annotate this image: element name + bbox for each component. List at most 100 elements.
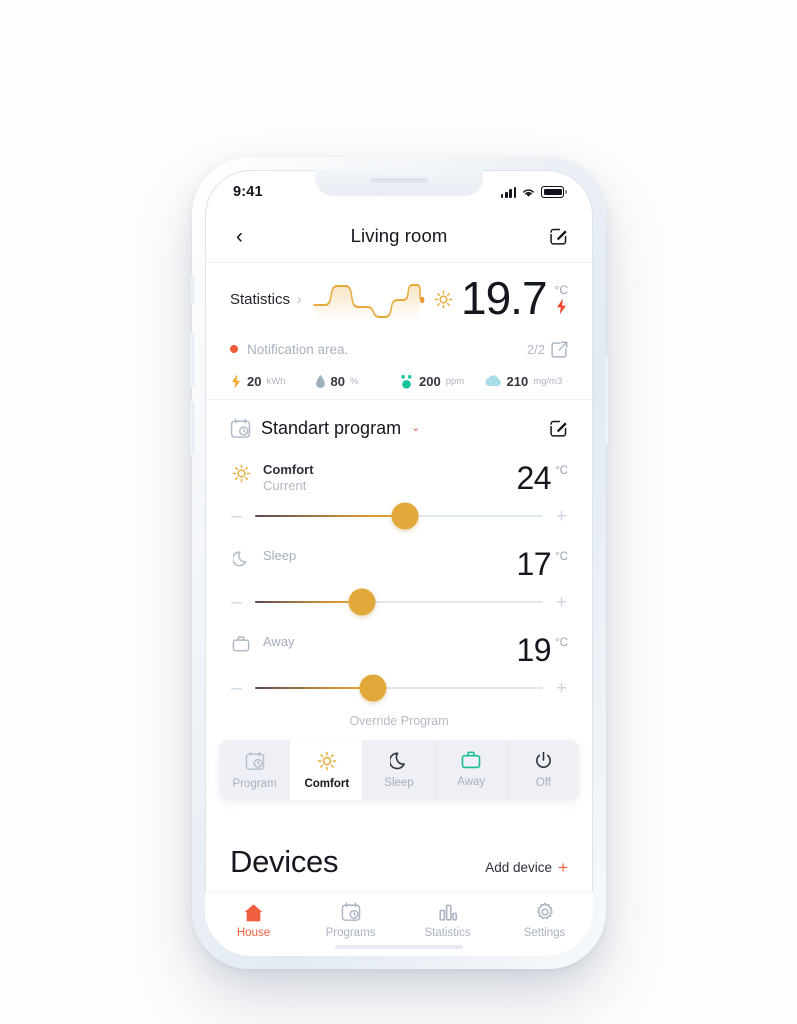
metric-unit: % (349, 375, 359, 387)
slider-knob[interactable] (359, 674, 387, 702)
power-icon (535, 751, 551, 768)
gear-icon (536, 902, 553, 920)
metric-unit: ppm (445, 375, 465, 387)
slider-sleep[interactable]: – + (230, 580, 568, 624)
statistics-label: Statistics (230, 290, 291, 308)
mode-row-sleep: Sleep 17 °C (230, 538, 568, 580)
chevron-down-icon[interactable]: ⌄ (411, 422, 420, 434)
mode-unit: °C (555, 551, 568, 563)
decrease-button[interactable]: – (230, 507, 243, 526)
calendar-clock-icon (230, 418, 251, 438)
nav-header: ‹ Living room (205, 210, 593, 262)
mode-sublabel: Current (263, 478, 307, 493)
metric-unit: kWh (266, 375, 286, 387)
slider-track[interactable] (255, 502, 543, 530)
mode-name: Comfort (263, 462, 314, 477)
bolt-icon (231, 373, 241, 389)
home-icon (244, 903, 263, 921)
silent-switch[interactable] (190, 275, 194, 304)
home-indicator (335, 945, 463, 949)
chevron-right-icon: › (297, 291, 302, 307)
tab-statistics[interactable]: Statistics (399, 903, 496, 939)
metrics-row: 20 kWh 80 % 200 ppm 210 mg/m3 (230, 363, 568, 399)
increase-button[interactable]: + (555, 593, 568, 612)
edit-room-button[interactable] (549, 227, 568, 246)
slider-comfort[interactable]: – + (230, 494, 568, 538)
edit-program-button[interactable] (549, 419, 568, 438)
bottom-tab-bar: House Programs Statistics Settings (205, 892, 593, 956)
increase-button[interactable]: + (555, 679, 568, 698)
notification-text: Notification area. (247, 341, 349, 357)
notification-count: 2/2 (526, 341, 545, 357)
screenshot-stage: 9:41 ‹ Living room Statistics › 19.7 °C … (0, 0, 797, 1024)
status-bar: 9:41 (205, 170, 593, 210)
override-label: Override Program (349, 714, 449, 728)
program-name[interactable]: Standart program (261, 418, 401, 439)
cloud-icon (484, 375, 501, 386)
program-header: Standart program ⌄ (230, 400, 568, 452)
add-device-button[interactable]: Add device + (485, 859, 568, 876)
segment-label: Sleep (384, 777, 414, 789)
phone-device: 9:41 ‹ Living room Statistics › 19.7 °C … (189, 157, 609, 969)
edit-square-icon (550, 420, 567, 437)
external-link-icon[interactable] (551, 341, 568, 358)
segment-program[interactable]: Program (219, 740, 291, 800)
tab-settings[interactable]: Settings (496, 902, 593, 939)
temperature-sparkline (313, 283, 425, 321)
slider-away[interactable]: – + (230, 666, 568, 710)
segment-away[interactable]: Away (434, 740, 507, 800)
segment-off[interactable]: Off (506, 740, 579, 800)
volume-up-button[interactable] (189, 333, 194, 387)
metric-value: 200 (419, 373, 441, 389)
program-card: Standart program ⌄ Comfort Current 24 °C… (205, 400, 593, 728)
mode-row-away: Away 19 °C (230, 624, 568, 666)
moon-icon (230, 548, 252, 567)
metric-particles: 210 mg/m3 (484, 374, 569, 389)
decrease-button[interactable]: – (230, 593, 243, 612)
slider-knob[interactable] (391, 502, 419, 530)
metric-value: 80 (330, 373, 345, 389)
segment-label: Off (535, 777, 551, 789)
power-button[interactable] (604, 357, 609, 445)
metric-energy: 20 kWh (230, 374, 315, 389)
segment-sleep[interactable]: Sleep (362, 740, 435, 800)
segment-label: Program (232, 778, 277, 790)
lightning-bolt-icon (556, 298, 566, 314)
add-device-label: Add device (485, 860, 553, 875)
slider-fill (255, 514, 405, 518)
decrease-button[interactable]: – (230, 679, 243, 698)
wifi-icon (523, 188, 535, 197)
calendar-clock-icon (245, 751, 264, 770)
back-button[interactable]: ‹ (230, 222, 249, 251)
sun-icon (434, 290, 453, 308)
devices-title: Devices (230, 844, 339, 879)
moon-icon (389, 752, 405, 770)
tab-programs[interactable]: Programs (302, 902, 399, 939)
volume-down-button[interactable] (189, 401, 194, 455)
metric-value: 210 (506, 373, 529, 389)
edit-square-icon (550, 228, 567, 245)
mode-temperature: 19 (516, 632, 552, 668)
slider-fill (255, 686, 374, 690)
page-title: Living room (350, 225, 448, 246)
notification-dot (230, 345, 238, 353)
phone-screen: 9:41 ‹ Living room Statistics › 19.7 °C … (205, 170, 593, 956)
tab-label: Statistics (424, 926, 471, 939)
tab-house[interactable]: House (205, 903, 302, 939)
slider-track[interactable] (255, 588, 543, 616)
tab-label: House (236, 926, 271, 939)
notification-row[interactable]: Notification area. 2/2 (230, 335, 568, 363)
increase-button[interactable]: + (555, 507, 568, 526)
tab-label: Programs (325, 927, 376, 939)
statistics-link[interactable]: Statistics › (230, 291, 302, 308)
metric-co2: 200 ppm (399, 374, 484, 389)
briefcase-icon (230, 634, 252, 652)
slider-track[interactable] (255, 674, 543, 702)
segment-comfort[interactable]: Comfort (290, 740, 363, 800)
mode-temperature: 24 (516, 460, 552, 496)
devices-section-header: Devices Add device + (205, 844, 593, 880)
slider-knob[interactable] (348, 588, 376, 616)
segment-label: Comfort (304, 778, 350, 790)
metric-humidity: 80 % (315, 374, 400, 389)
metric-unit: mg/m3 (533, 375, 563, 387)
